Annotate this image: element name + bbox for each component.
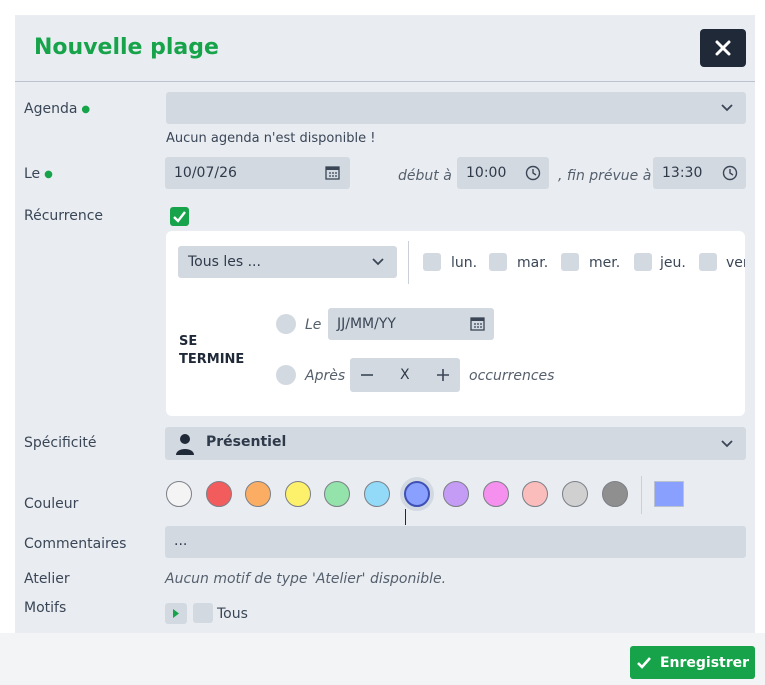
end-after-radio[interactable] [276,365,296,385]
specificity-select[interactable]: Présentiel [165,427,746,460]
color-swatch[interactable] [284,481,311,507]
recurrence-label: Récurrence [24,208,104,224]
color-swatch[interactable] [205,481,232,507]
chevron-down-icon [721,104,733,112]
color-swatch[interactable] [324,481,351,507]
modal-footer: Enregistrer [0,633,765,685]
occurrence-count[interactable]: X [400,367,410,383]
caret-right-icon [173,609,179,618]
save-button[interactable]: Enregistrer [630,646,755,679]
calendar-icon [325,166,340,180]
check-icon [173,211,186,223]
color-swatch[interactable] [403,481,430,507]
close-button[interactable] [700,29,746,67]
day-checkbox-mer[interactable] [561,253,579,271]
end-time-input[interactable]: 13:30 [653,157,746,189]
day-checkbox-jeu[interactable] [634,253,652,271]
day-label-mer: mer. [589,255,621,271]
color-swatch[interactable] [601,481,628,507]
minus-icon[interactable] [360,368,374,382]
start-label: début à [398,168,452,184]
custom-color-picker[interactable] [654,481,684,507]
end-on-label: Le [305,317,322,333]
color-swatch[interactable] [562,481,588,507]
required-dot: ● [81,103,91,115]
agenda-label: Agenda ● [24,101,91,117]
chevron-down-icon [372,258,384,266]
color-swatch[interactable] [166,481,192,507]
end-on-date-radio[interactable] [276,314,296,334]
comments-label: Commentaires [24,536,127,552]
required-dot: ● [44,168,53,180]
day-checkbox-lun[interactable] [423,253,441,271]
after-label: Après [305,368,346,384]
color-swatch[interactable] [364,481,390,507]
divider [641,476,642,514]
date-input[interactable]: 10/07/26 [165,157,350,189]
atelier-text: Aucun motif de type 'Atelier' disponible… [165,571,447,587]
specificity-label: Spécificité [24,435,97,451]
motifs-all-checkbox[interactable] [193,603,213,623]
text-cursor [405,509,406,525]
day-label-jeu: jeu. [660,255,686,271]
color-swatch[interactable] [482,481,509,507]
day-label-ven: ven. [726,255,745,271]
color-swatch[interactable] [522,481,549,507]
calendar-icon [470,317,485,331]
check-icon [637,656,651,669]
motifs-label: Motifs [24,600,67,616]
color-label: Couleur [24,496,79,512]
color-swatch[interactable] [443,481,470,507]
start-time-input[interactable]: 10:00 [457,157,549,189]
agenda-hint: Aucun agenda n'est disponible ! [166,131,376,146]
agenda-select[interactable] [166,92,746,124]
recurrence-checkbox[interactable] [170,207,189,226]
close-icon [715,40,731,56]
ends-label: SE TERMINE [179,334,245,367]
occurrences-label: occurrences [469,368,555,384]
clock-icon [525,165,541,181]
expand-button[interactable] [165,603,187,624]
frequency-select[interactable]: Tous les ... [178,246,397,278]
user-icon [176,434,194,455]
day-checkbox-mar[interactable] [489,253,507,271]
day-checkbox-ven[interactable] [699,253,717,271]
color-swatch[interactable] [245,481,272,507]
comments-input[interactable]: ... [165,526,746,558]
modal: Nouvelle plage Agenda ● Aucun agenda n'es… [15,15,755,633]
day-label-lun: lun. [451,255,478,271]
end-date-input[interactable]: JJ/MM/YY [328,308,494,340]
modal-header: Nouvelle plage [15,15,755,82]
chevron-down-icon [721,439,733,447]
end-label: , fin prévue à [558,168,652,184]
occurrence-stepper: X [350,358,460,392]
day-label-mar: mar. [517,255,549,271]
plus-icon[interactable] [436,368,450,382]
page-title: Nouvelle plage [34,35,219,60]
motifs-all-label: Tous [217,606,248,622]
date-label: Le ● [24,166,53,182]
atelier-label: Atelier [24,571,70,587]
clock-icon [722,165,738,181]
divider [408,241,409,284]
recurrence-panel: Tous les ... lun. mar. mer. jeu. ven. SE… [166,231,745,416]
